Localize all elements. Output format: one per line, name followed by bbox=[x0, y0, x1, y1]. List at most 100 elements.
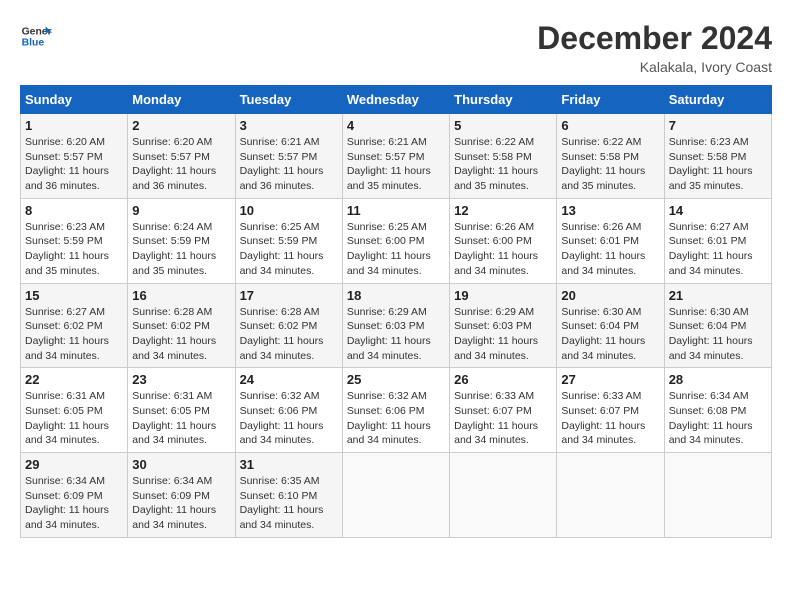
header-sunday: Sunday bbox=[21, 86, 128, 114]
calendar-day-23: 23 Sunrise: 6:31 AMSunset: 6:05 PMDayligh… bbox=[128, 368, 235, 453]
calendar-day-24: 24 Sunrise: 6:32 AMSunset: 6:06 PMDayligh… bbox=[235, 368, 342, 453]
day-info: Sunrise: 6:25 AMSunset: 6:00 PMDaylight:… bbox=[347, 220, 445, 279]
day-number: 12 bbox=[454, 203, 552, 218]
calendar-day-22: 22Sunrise: 6:31 AMSunset: 6:05 PMDayligh… bbox=[21, 368, 128, 453]
day-info: Sunrise: 6:26 AMSunset: 6:01 PMDaylight:… bbox=[561, 220, 659, 279]
calendar-day-8: 8 Sunrise: 6:23 AMSunset: 5:59 PMDaylight… bbox=[21, 198, 128, 283]
day-number: 19 bbox=[454, 288, 552, 303]
header-monday: Monday bbox=[128, 86, 235, 114]
day-number: 28 bbox=[669, 372, 767, 387]
calendar-day-21: 21 Sunrise: 6:30 AMSunset: 6:04 PMDayligh… bbox=[664, 283, 771, 368]
page-header: General Blue December 2024 Kalakala, Ivo… bbox=[20, 20, 772, 75]
calendar-day-12: 12Sunrise: 6:26 AMSunset: 6:00 PMDayligh… bbox=[450, 198, 557, 283]
day-number: 13 bbox=[561, 203, 659, 218]
header-thursday: Thursday bbox=[450, 86, 557, 114]
day-number: 7 bbox=[669, 118, 767, 133]
day-info: Sunrise: 6:28 AMSunset: 6:02 PMDaylight:… bbox=[132, 305, 230, 364]
header-friday: Friday bbox=[557, 86, 664, 114]
day-info: Sunrise: 6:30 AMSunset: 6:04 PMDaylight:… bbox=[561, 305, 659, 364]
day-number: 10 bbox=[240, 203, 338, 218]
day-info: Sunrise: 6:34 AMSunset: 6:08 PMDaylight:… bbox=[669, 389, 767, 448]
calendar-day-11: 11 Sunrise: 6:25 AMSunset: 6:00 PMDayligh… bbox=[342, 198, 449, 283]
day-number: 30 bbox=[132, 457, 230, 472]
title-block: December 2024 Kalakala, Ivory Coast bbox=[537, 20, 772, 75]
day-info: Sunrise: 6:23 AMSunset: 5:59 PMDaylight:… bbox=[25, 220, 123, 279]
svg-text:Blue: Blue bbox=[22, 38, 45, 49]
logo-icon: General Blue bbox=[20, 20, 52, 52]
day-number: 4 bbox=[347, 118, 445, 133]
day-number: 24 bbox=[240, 372, 338, 387]
day-number: 20 bbox=[561, 288, 659, 303]
day-info: Sunrise: 6:25 AMSunset: 5:59 PMDaylight:… bbox=[240, 220, 338, 279]
day-number: 21 bbox=[669, 288, 767, 303]
day-info: Sunrise: 6:34 AMSunset: 6:09 PMDaylight:… bbox=[132, 474, 230, 533]
header-wednesday: Wednesday bbox=[342, 86, 449, 114]
day-number: 17 bbox=[240, 288, 338, 303]
day-number: 11 bbox=[347, 203, 445, 218]
day-number: 23 bbox=[132, 372, 230, 387]
empty-cell bbox=[342, 453, 449, 538]
day-info: Sunrise: 6:29 AMSunset: 6:03 PMDaylight:… bbox=[347, 305, 445, 364]
calendar-day-14: 14 Sunrise: 6:27 AMSunset: 6:01 PMDayligh… bbox=[664, 198, 771, 283]
day-info: Sunrise: 6:24 AMSunset: 5:59 PMDaylight:… bbox=[132, 220, 230, 279]
calendar-day-6: 6 Sunrise: 6:22 AMSunset: 5:58 PMDaylight… bbox=[557, 114, 664, 199]
day-info: Sunrise: 6:21 AMSunset: 5:57 PMDaylight:… bbox=[347, 135, 445, 194]
calendar-day-15: 15Sunrise: 6:27 AMSunset: 6:02 PMDayligh… bbox=[21, 283, 128, 368]
day-info: Sunrise: 6:23 AMSunset: 5:58 PMDaylight:… bbox=[669, 135, 767, 194]
day-number: 6 bbox=[561, 118, 659, 133]
day-info: Sunrise: 6:33 AMSunset: 6:07 PMDaylight:… bbox=[561, 389, 659, 448]
calendar-week-5: 29Sunrise: 6:34 AMSunset: 6:09 PMDayligh… bbox=[21, 453, 772, 538]
calendar-day-20: 20 Sunrise: 6:30 AMSunset: 6:04 PMDayligh… bbox=[557, 283, 664, 368]
empty-cell bbox=[557, 453, 664, 538]
day-info: Sunrise: 6:27 AMSunset: 6:02 PMDaylight:… bbox=[25, 305, 123, 364]
calendar-day-30: 30 Sunrise: 6:34 AMSunset: 6:09 PMDayligh… bbox=[128, 453, 235, 538]
day-number: 25 bbox=[347, 372, 445, 387]
header-saturday: Saturday bbox=[664, 86, 771, 114]
day-info: Sunrise: 6:32 AMSunset: 6:06 PMDaylight:… bbox=[240, 389, 338, 448]
calendar-day-10: 10 Sunrise: 6:25 AMSunset: 5:59 PMDayligh… bbox=[235, 198, 342, 283]
day-info: Sunrise: 6:35 AMSunset: 6:10 PMDaylight:… bbox=[240, 474, 338, 533]
day-info: Sunrise: 6:22 AMSunset: 5:58 PMDaylight:… bbox=[561, 135, 659, 194]
calendar-week-2: 8 Sunrise: 6:23 AMSunset: 5:59 PMDaylight… bbox=[21, 198, 772, 283]
day-number: 18 bbox=[347, 288, 445, 303]
header-tuesday: Tuesday bbox=[235, 86, 342, 114]
day-number: 26 bbox=[454, 372, 552, 387]
day-info: Sunrise: 6:32 AMSunset: 6:06 PMDaylight:… bbox=[347, 389, 445, 448]
day-info: Sunrise: 6:22 AMSunset: 5:58 PMDaylight:… bbox=[454, 135, 552, 194]
calendar-day-25: 25 Sunrise: 6:32 AMSunset: 6:06 PMDayligh… bbox=[342, 368, 449, 453]
calendar-day-1: 1 Sunrise: 6:20 AMSunset: 5:57 PMDaylight… bbox=[21, 114, 128, 199]
calendar-day-9: 9Sunrise: 6:24 AMSunset: 5:59 PMDaylight… bbox=[128, 198, 235, 283]
day-number: 22 bbox=[25, 372, 123, 387]
day-number: 27 bbox=[561, 372, 659, 387]
month-title: December 2024 bbox=[537, 20, 772, 57]
empty-cell bbox=[450, 453, 557, 538]
calendar-week-3: 15Sunrise: 6:27 AMSunset: 6:02 PMDayligh… bbox=[21, 283, 772, 368]
day-info: Sunrise: 6:31 AMSunset: 6:05 PMDaylight:… bbox=[132, 389, 230, 448]
calendar-day-4: 4 Sunrise: 6:21 AMSunset: 5:57 PMDaylight… bbox=[342, 114, 449, 199]
day-number: 1 bbox=[25, 118, 123, 133]
calendar-day-26: 26 Sunrise: 6:33 AMSunset: 6:07 PMDayligh… bbox=[450, 368, 557, 453]
day-number: 5 bbox=[454, 118, 552, 133]
day-info: Sunrise: 6:30 AMSunset: 6:04 PMDaylight:… bbox=[669, 305, 767, 364]
day-number: 8 bbox=[25, 203, 123, 218]
day-number: 16 bbox=[132, 288, 230, 303]
calendar-day-16: 16 Sunrise: 6:28 AMSunset: 6:02 PMDayligh… bbox=[128, 283, 235, 368]
day-info: Sunrise: 6:34 AMSunset: 6:09 PMDaylight:… bbox=[25, 474, 123, 533]
day-info: Sunrise: 6:33 AMSunset: 6:07 PMDaylight:… bbox=[454, 389, 552, 448]
day-number: 31 bbox=[240, 457, 338, 472]
day-info: Sunrise: 6:20 AMSunset: 5:57 PMDaylight:… bbox=[25, 135, 123, 194]
logo: General Blue bbox=[20, 20, 52, 52]
day-number: 14 bbox=[669, 203, 767, 218]
calendar-week-4: 22 Sunrise: 6:31 AMSunset: 6:05 PMDayligh… bbox=[21, 368, 772, 453]
calendar-day-28: 28 Sunrise: 6:34 AMSunset: 6:08 PMDayligh… bbox=[664, 368, 771, 453]
day-info: Sunrise: 6:29 AMSunset: 6:03 PMDaylight:… bbox=[454, 305, 552, 364]
day-info: Sunrise: 6:28 AMSunset: 6:02 PMDaylight:… bbox=[240, 305, 338, 364]
calendar-day-5: 5 Sunrise: 6:22 AMSunset: 5:58 PMDaylight… bbox=[450, 114, 557, 199]
empty-cell bbox=[664, 453, 771, 538]
calendar-day-27: 27 Sunrise: 6:33 AMSunset: 6:07 PMDayligh… bbox=[557, 368, 664, 453]
day-info: Sunrise: 6:27 AMSunset: 6:01 PMDaylight:… bbox=[669, 220, 767, 279]
calendar-week-1: 1 Sunrise: 6:20 AMSunset: 5:57 PMDaylight… bbox=[21, 114, 772, 199]
calendar-day-31: 31 Sunrise: 6:35 AMSunset: 6:10 PMDayligh… bbox=[235, 453, 342, 538]
calendar-day-29: 29Sunrise: 6:34 AMSunset: 6:09 PMDayligh… bbox=[21, 453, 128, 538]
calendar-day-2: 2Sunrise: 6:20 AMSunset: 5:57 PMDaylight… bbox=[128, 114, 235, 199]
